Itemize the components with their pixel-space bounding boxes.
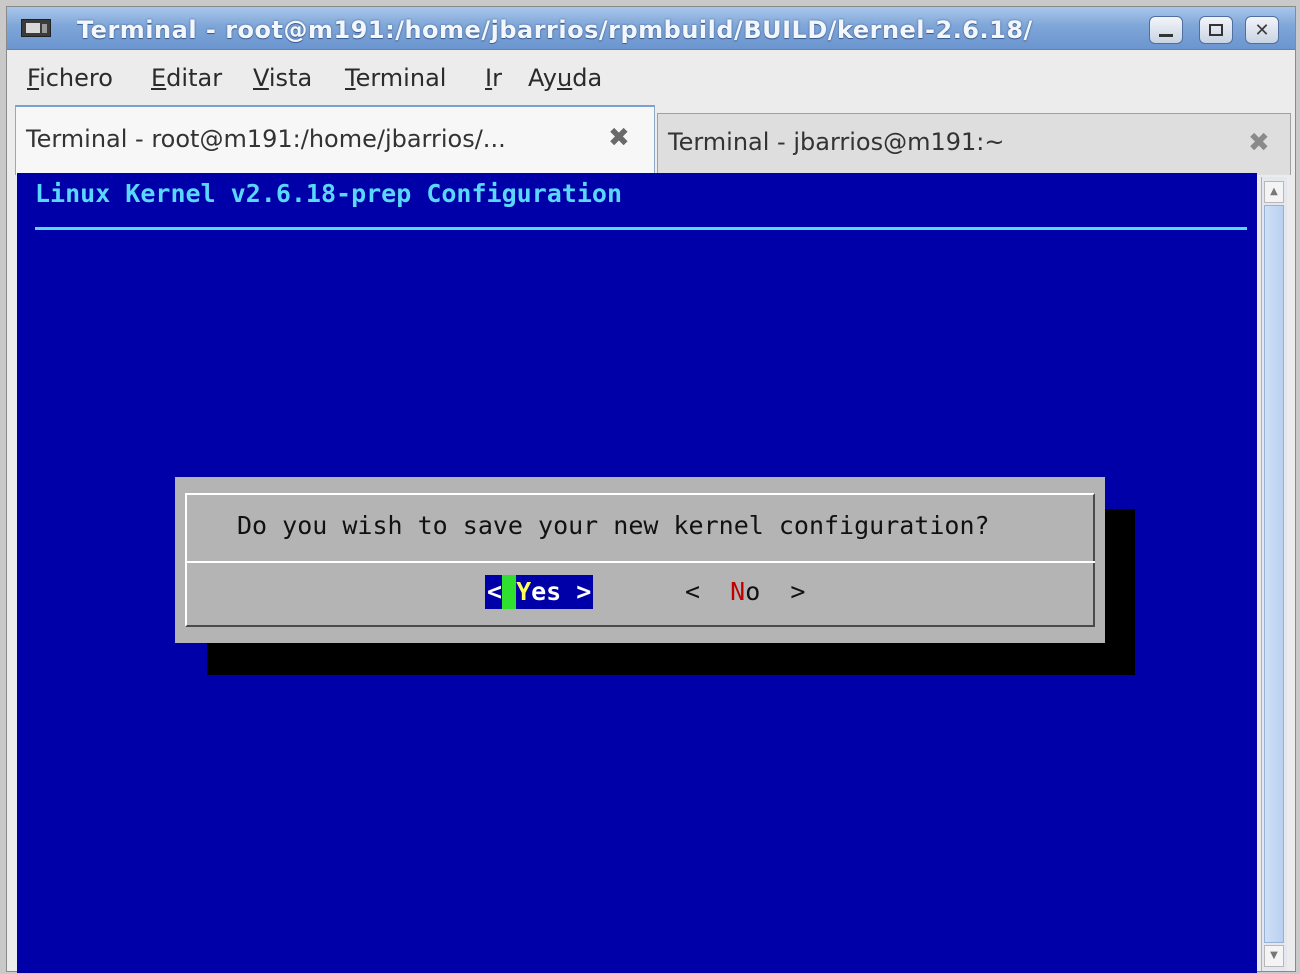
menu-ir[interactable]: Ir <box>485 64 502 94</box>
minimize-button[interactable] <box>1149 16 1183 44</box>
config-header: Linux Kernel v2.6.18-prep Configuration <box>35 179 622 208</box>
terminal-window: Terminal - root@m191:/home/jbarrios/rpmb… <box>6 6 1296 973</box>
menu-bar: Fichero Editar Vista Terminal Ir Ayuda <box>7 50 1295 106</box>
scroll-up-icon[interactable]: ▲ <box>1264 181 1284 203</box>
tab-close-icon[interactable]: ✖ <box>608 123 630 153</box>
window-title: Terminal - root@m191:/home/jbarrios/rpmb… <box>77 16 1033 44</box>
tab-bar: Terminal - root@m191:/home/jbarrios/... … <box>13 105 1291 175</box>
vertical-scrollbar[interactable]: ▲ ▼ <box>1261 177 1287 971</box>
title-bar[interactable]: Terminal - root@m191:/home/jbarrios/rpmb… <box>7 7 1295 50</box>
dialog-separator <box>185 561 1095 563</box>
tab-user-terminal[interactable]: Terminal - jbarrios@m191:~ ✖ <box>657 113 1291 175</box>
menu-ayuda[interactable]: Ayuda <box>528 64 602 94</box>
scroll-thumb[interactable] <box>1264 205 1284 943</box>
header-divider <box>35 227 1247 230</box>
terminal-app-icon[interactable] <box>21 19 51 37</box>
menu-fichero[interactable]: Fichero <box>27 64 113 94</box>
close-icon: ✕ <box>1254 19 1270 41</box>
menu-vista[interactable]: Vista <box>253 64 312 94</box>
menu-terminal[interactable]: Terminal <box>345 64 446 94</box>
maximize-button[interactable] <box>1199 16 1233 44</box>
maximize-icon <box>1209 24 1223 36</box>
tab-root-terminal[interactable]: Terminal - root@m191:/home/jbarrios/... … <box>15 105 655 175</box>
dialog-question: Do you wish to save your new kernel conf… <box>237 511 990 540</box>
save-config-dialog: Do you wish to save your new kernel conf… <box>175 477 1105 643</box>
close-button[interactable]: ✕ <box>1245 16 1279 44</box>
scroll-down-icon[interactable]: ▼ <box>1264 945 1284 967</box>
tab-close-icon[interactable]: ✖ <box>1248 128 1270 158</box>
no-button[interactable]: < No > <box>685 575 805 609</box>
text-cursor <box>502 575 517 609</box>
tab-label: Terminal - root@m191:/home/jbarrios/... <box>26 125 506 153</box>
menu-editar[interactable]: Editar <box>151 64 222 94</box>
tab-label: Terminal - jbarrios@m191:~ <box>668 128 1005 156</box>
terminal-screen[interactable]: Linux Kernel v2.6.18-prep Configuration … <box>17 173 1257 973</box>
minimize-icon <box>1159 33 1173 37</box>
yes-button[interactable]: < Yes > <box>485 575 594 609</box>
